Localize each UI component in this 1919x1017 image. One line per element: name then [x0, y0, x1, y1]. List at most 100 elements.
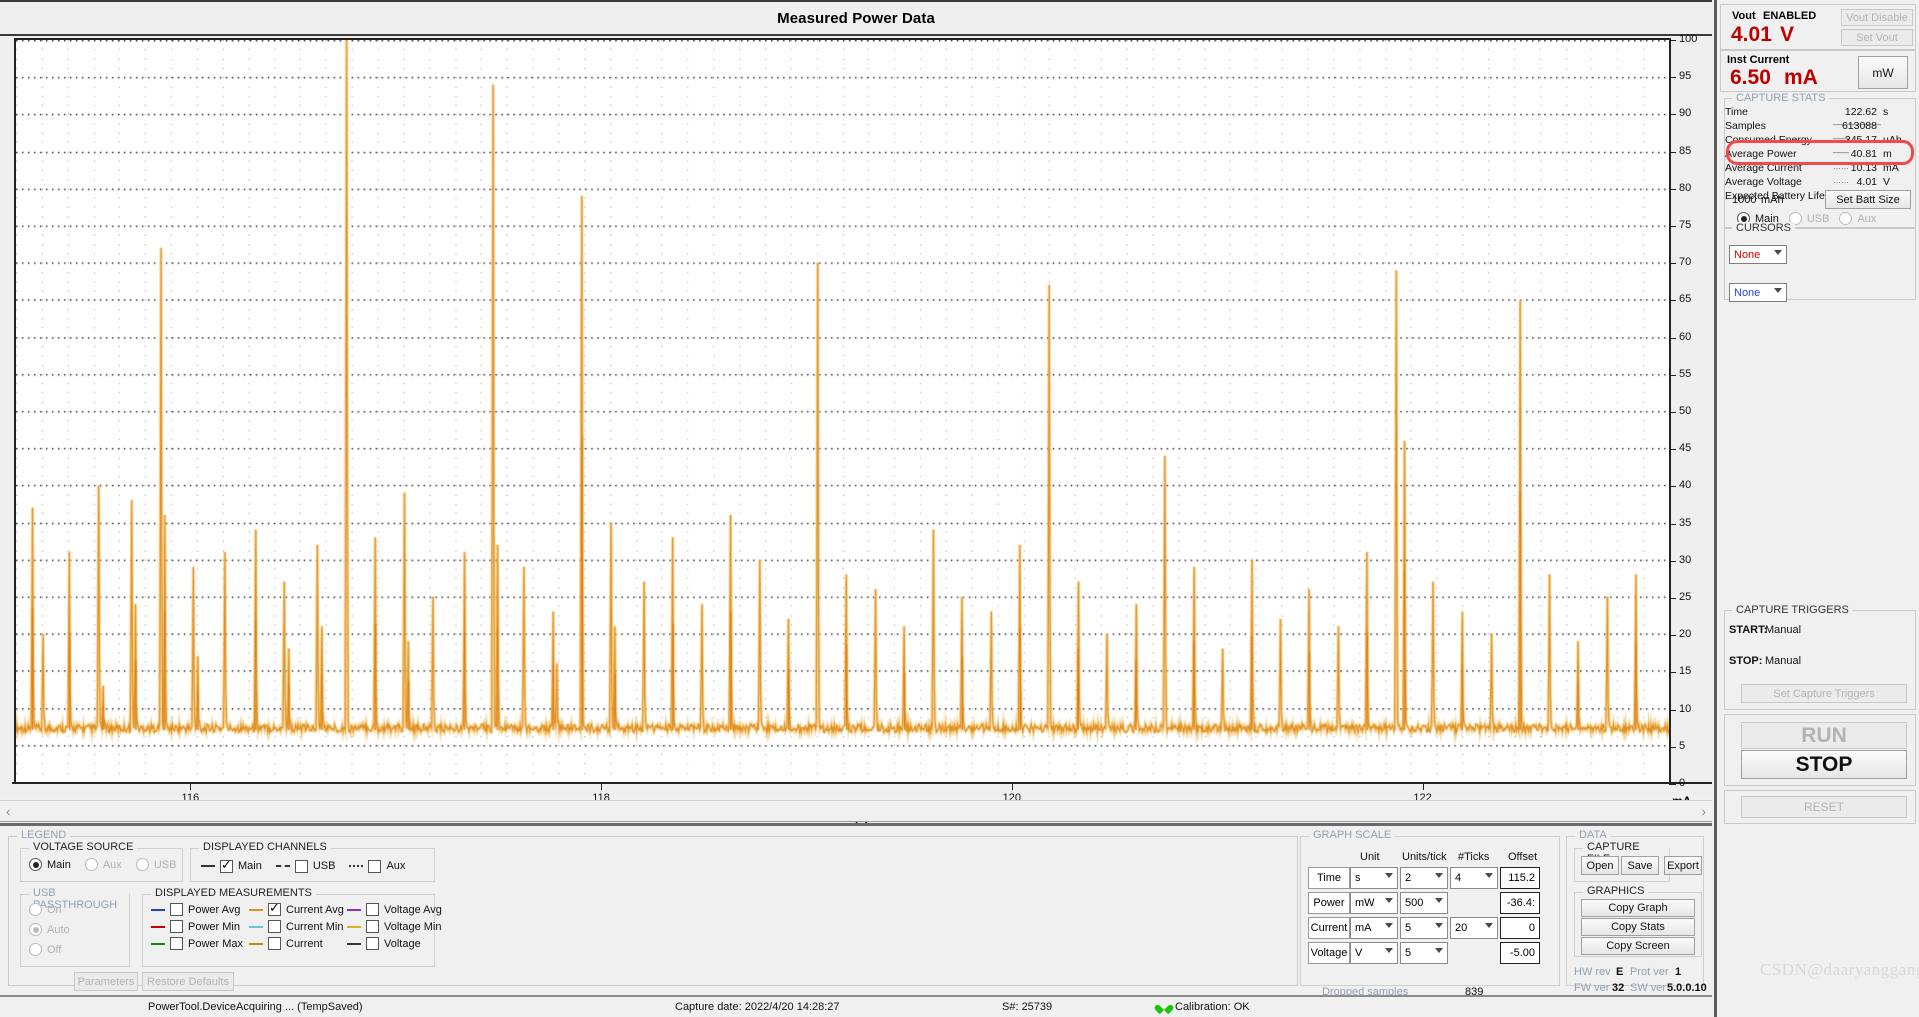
cursor1-select[interactable]: None [1729, 245, 1787, 264]
checkbox-icon[interactable] [366, 903, 379, 916]
ticks-value: 4 [1455, 872, 1462, 884]
graph-scale-title: GRAPH SCALE [1309, 829, 1396, 841]
checkbox-icon[interactable] [170, 937, 183, 950]
radio-icon[interactable] [29, 943, 42, 956]
battery-source-aux[interactable]: Aux [1839, 212, 1876, 225]
displayed-measurement-current[interactable]: Current [249, 937, 323, 950]
set-vout-button[interactable]: Set Vout [1841, 29, 1913, 46]
radio-icon[interactable] [29, 858, 42, 871]
voltage-source-option-aux[interactable]: Aux [84, 858, 122, 871]
checkbox-icon[interactable] [366, 937, 379, 950]
power-unit-select[interactable]: mW [1350, 892, 1398, 914]
displayed-measurement-power-max[interactable]: Power Max [151, 937, 243, 950]
export-button[interactable]: Export [1664, 856, 1702, 875]
radio-icon[interactable] [135, 858, 149, 871]
channel-label: Aux [386, 860, 406, 872]
displayed-channel-aux[interactable]: Aux [349, 859, 406, 873]
current-ticks-select[interactable]: 20 [1450, 917, 1498, 939]
save-button[interactable]: Save [1621, 856, 1659, 875]
displayed-channel-main[interactable]: Main [201, 857, 262, 873]
restore-defaults-button[interactable]: Restore Defaults [142, 972, 234, 991]
unit-toggle-button[interactable]: mW [1858, 56, 1908, 89]
usb-passthrough-option-on[interactable]: On [29, 903, 62, 916]
measured-power-plot[interactable] [16, 40, 1669, 782]
time-offset-input[interactable]: 115.2 [1500, 867, 1540, 889]
set-capture-triggers-button[interactable]: Set Capture Triggers [1741, 684, 1907, 703]
scroll-left-arrow-icon[interactable]: ‹ [6, 804, 10, 819]
capture-stat-average-power: Average Power —— 40.81 m [1725, 148, 1915, 160]
y-axis-tick-label: 5 [1679, 739, 1686, 752]
measurement-label: Power Avg [188, 903, 241, 916]
radio-icon[interactable] [29, 903, 42, 916]
checkbox-icon[interactable] [268, 900, 281, 916]
copy-stats-button[interactable]: Copy Stats [1581, 918, 1695, 936]
copy-graph-button[interactable]: Copy Graph [1581, 899, 1695, 917]
checkbox-icon[interactable] [170, 920, 183, 933]
y-axis-tick [1669, 77, 1676, 79]
displayed-measurement-voltage-min[interactable]: Voltage Min [347, 920, 441, 933]
current-offset-input[interactable]: 0 [1500, 917, 1540, 939]
graphics-title: GRAPHICS [1583, 885, 1649, 897]
displayed-measurement-power-min[interactable]: Power Min [151, 920, 240, 933]
power-units-per-tick-select[interactable]: 500 [1400, 892, 1448, 914]
displayed-channels-group: DISPLAYED CHANNELS Main USB Aux [190, 841, 435, 882]
graph-scale-header-off: Offset [1508, 851, 1538, 863]
displayed-measurement-current-min[interactable]: Current Min [249, 920, 343, 933]
series-color-icon [249, 908, 263, 911]
displayed-channel-usb[interactable]: USB [275, 859, 335, 873]
run-button[interactable]: RUN [1741, 722, 1907, 749]
checkbox-icon[interactable] [170, 903, 183, 916]
open-button[interactable]: Open [1581, 856, 1619, 875]
displayed-measurement-voltage-avg[interactable]: Voltage Avg [347, 903, 442, 916]
displayed-measurement-power-avg[interactable]: Power Avg [151, 903, 240, 916]
usb-passthrough-option-auto[interactable]: Auto [29, 923, 70, 936]
y-axis-tick [1669, 263, 1676, 265]
checkbox-icon[interactable] [268, 937, 281, 950]
checkbox-icon[interactable] [220, 857, 233, 873]
checkbox-icon[interactable] [366, 920, 379, 933]
time-ticks-select[interactable]: 4 [1450, 867, 1498, 889]
data-group-title: DATA [1575, 829, 1611, 841]
plot-area[interactable] [14, 38, 1669, 782]
radio-icon[interactable] [1839, 212, 1853, 225]
scroll-right-arrow-icon[interactable]: › [1702, 804, 1706, 819]
radio-label: Main [47, 858, 71, 871]
voltage-unit-select[interactable]: V [1350, 942, 1398, 964]
parameters-button[interactable]: Parameters [74, 972, 138, 991]
usb-passthrough-option-off[interactable]: Off [29, 943, 61, 956]
series-color-icon [249, 942, 263, 945]
voltage-source-option-usb[interactable]: USB [135, 858, 176, 871]
stop-button[interactable]: STOP [1741, 750, 1907, 779]
voltage-source-group: VOLTAGE SOURCE Main Aux USB [20, 841, 183, 882]
calibration-status-text: Calibration: OK [1175, 1001, 1250, 1013]
voltage-source-option-main[interactable]: Main [29, 858, 71, 871]
copy-screen-button[interactable]: Copy Screen [1581, 937, 1695, 955]
current-unit-select[interactable]: mA [1350, 917, 1398, 939]
cursor2-select[interactable]: None [1729, 283, 1787, 302]
ticks-value: 20 [1455, 922, 1468, 934]
stat-label: Average Voltage [1725, 176, 1802, 188]
voltage-units-per-tick-select[interactable]: 5 [1400, 942, 1448, 964]
set-batt-size-button[interactable]: Set Batt Size [1825, 190, 1911, 209]
current-units-per-tick-select[interactable]: 5 [1400, 917, 1448, 939]
displayed-measurement-voltage[interactable]: Voltage [347, 937, 421, 950]
reset-button[interactable]: RESET [1741, 796, 1907, 818]
checkbox-icon[interactable] [368, 859, 382, 873]
line-style-icon [201, 865, 215, 867]
y-axis-tick-label: 10 [1679, 702, 1692, 715]
time-unit-select[interactable]: s [1350, 867, 1398, 889]
measurement-label: Voltage Min [384, 920, 442, 933]
voltage-offset-input[interactable]: -5.00 [1500, 942, 1540, 964]
chart-horizontal-scrollbar[interactable]: ‹ › [0, 800, 1712, 822]
displayed-measurement-current-avg[interactable]: Current Avg [249, 900, 344, 916]
time-units-per-tick-select[interactable]: 2 [1400, 867, 1448, 889]
checkbox-icon[interactable] [268, 920, 281, 933]
radio-icon[interactable] [29, 923, 42, 936]
y-axis-tick-label: 25 [1679, 591, 1692, 603]
radio-icon[interactable] [84, 858, 98, 871]
power-offset-input[interactable]: -36.4: [1500, 892, 1540, 914]
vout-disable-button[interactable]: Vout Disable [1841, 9, 1913, 26]
capture-stat-consumed-energy: Consumed Energy —— 345.17 uAh [1725, 134, 1915, 146]
checkbox-icon[interactable] [294, 859, 308, 873]
status-bar: PowerTool.DeviceAcquiring ... (TempSaved… [0, 995, 1712, 1017]
